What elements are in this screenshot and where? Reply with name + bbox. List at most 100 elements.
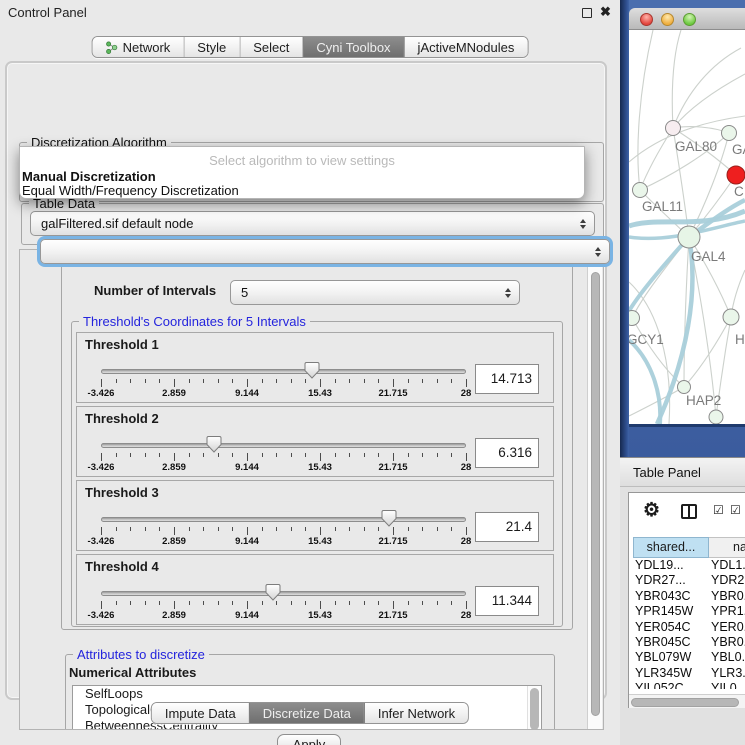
slider-tick-label: 9.144 — [235, 610, 259, 621]
tab-cyni-toolbox[interactable]: Cyni Toolbox — [302, 37, 403, 57]
tab-label: Discretize Data — [263, 706, 351, 721]
threshold-slider[interactable]: -3.4262.8599.14415.4321.71528 — [101, 508, 466, 550]
table-row[interactable]: YIL052CYIL0... — [629, 681, 745, 689]
table-row[interactable]: YBR043CYBR0... — [629, 589, 745, 604]
tab-network[interactable]: Network — [93, 37, 184, 57]
slider-tick — [422, 601, 423, 605]
slider-tick — [466, 601, 467, 609]
scrollbar-thumb[interactable] — [591, 272, 600, 716]
table-row[interactable]: YBR045CYBR0... — [629, 635, 745, 650]
settings-vertical-scrollbar[interactable] — [587, 251, 602, 730]
slider-tick — [189, 527, 190, 531]
cell-name: YBR0... — [711, 589, 745, 604]
threshold-value-field[interactable]: 14.713 — [475, 364, 539, 394]
slider-tick — [203, 601, 204, 605]
close-window-icon[interactable] — [640, 13, 653, 26]
table-row[interactable]: YPR145WYPR1... — [629, 604, 745, 619]
table-row[interactable]: YBL079WYBL0... — [629, 650, 745, 665]
slider-thumb[interactable] — [382, 510, 397, 527]
table-data-combobox[interactable]: galFiltered.sif default node — [30, 211, 595, 236]
slider-tick-label: 9.144 — [235, 536, 259, 547]
number-of-intervals-combobox[interactable]: 5 — [230, 280, 520, 305]
network-window-titlebar[interactable] — [629, 8, 745, 30]
table-panel-header[interactable]: Table Panel — [620, 457, 745, 487]
network-canvas[interactable]: GAL80GACGAL11GAL4GCY1HHAP2 — [629, 30, 745, 424]
slider-tick-label: 28 — [461, 536, 472, 547]
cell-shared-name: YIL052C — [635, 681, 684, 689]
combo-arrows-icon — [580, 219, 586, 229]
threshold-slider[interactable]: -3.4262.8599.14415.4321.71528 — [101, 434, 466, 476]
threshold-panel: Threshold 1-3.4262.8599.14415.4321.71528… — [76, 332, 554, 403]
algorithm-option[interactable]: Manual Discretization — [22, 170, 586, 184]
float-panel-icon[interactable] — [582, 8, 592, 18]
close-panel-icon[interactable]: ✖ — [600, 4, 611, 20]
algorithm-option[interactable]: Equal Width/Frequency Discretization — [22, 184, 586, 198]
tab-infer-network[interactable]: Infer Network — [364, 703, 468, 723]
slider-tick — [349, 453, 350, 457]
threshold-slider[interactable]: -3.4262.8599.14415.4321.71528 — [101, 582, 466, 624]
tab-jactivemnodules[interactable]: jActiveMNodules — [404, 37, 528, 57]
apply-button[interactable]: Apply — [277, 734, 341, 745]
minimize-window-icon[interactable] — [661, 13, 674, 26]
select-all-columns-icon[interactable]: ☑ — [730, 503, 741, 517]
threshold-value-field[interactable]: 21.4 — [475, 512, 539, 542]
network-edge-highlighted[interactable] — [629, 237, 689, 311]
network-node-ga[interactable] — [722, 126, 737, 141]
slider-thumb[interactable] — [207, 436, 222, 453]
tab-label: Style — [197, 40, 226, 55]
slider-tick — [291, 527, 292, 531]
network-node-gal11[interactable] — [633, 183, 648, 198]
slider-tick — [378, 453, 379, 457]
slider-tick — [116, 453, 117, 457]
threshold-value-field[interactable]: 6.316 — [475, 438, 539, 468]
network-edge-highlighted[interactable] — [629, 340, 660, 424]
tab-select[interactable]: Select — [239, 37, 302, 57]
scrollbar-thumb[interactable] — [631, 698, 739, 707]
network-node[interactable] — [709, 410, 723, 424]
tab-impute-data[interactable]: Impute Data — [152, 703, 249, 723]
attribute-item[interactable]: SelfLoops — [73, 686, 541, 702]
table-row[interactable]: YER054CYER0... — [629, 620, 745, 635]
network-node-gal80[interactable] — [666, 121, 681, 136]
cell-name: YBR0... — [711, 635, 745, 650]
network-node-c[interactable] — [727, 166, 745, 184]
slider-tick — [145, 601, 146, 605]
table-row[interactable]: YDL19...YDL1... — [629, 558, 745, 573]
network-node-gcy1[interactable] — [629, 311, 640, 326]
slider-tick — [189, 453, 190, 457]
column-header-shared-name[interactable]: shared... — [633, 537, 709, 558]
network-node-gal4[interactable] — [678, 226, 700, 248]
column-header-name[interactable]: na — [709, 537, 745, 558]
slider-tick — [291, 379, 292, 383]
table-row[interactable]: YLR345WYLR3... — [629, 666, 745, 681]
threshold-value-field[interactable]: 11.344 — [475, 586, 539, 616]
network-node-h[interactable] — [723, 309, 739, 325]
gear-icon[interactable]: ⚙ — [643, 499, 660, 522]
algorithm-placeholder-option[interactable]: Select algorithm to view settings — [20, 153, 584, 168]
threshold-slider[interactable]: -3.4262.8599.14415.4321.71528 — [101, 360, 466, 402]
network-edge[interactable] — [673, 74, 745, 128]
tab-style[interactable]: Style — [183, 37, 239, 57]
table-row[interactable]: YDR27...YDR2... — [629, 573, 745, 588]
slider-thumb[interactable] — [304, 362, 319, 379]
table-horizontal-scrollbar[interactable] — [629, 694, 745, 708]
node-label: GAL11 — [642, 199, 683, 214]
slider-track — [101, 443, 466, 448]
network-edge[interactable] — [673, 48, 741, 128]
slider-tick — [393, 453, 394, 461]
cell-shared-name: YBL079W — [635, 650, 691, 665]
select-columns-icon[interactable]: ☑ — [713, 503, 724, 517]
tab-discretize-data[interactable]: Discretize Data — [249, 703, 364, 723]
algorithm-combobox[interactable] — [40, 239, 610, 264]
slider-tick — [408, 601, 409, 605]
zoom-window-icon[interactable] — [683, 13, 696, 26]
slider-tick — [276, 453, 277, 457]
cell-name: YER0... — [711, 620, 745, 635]
split-columns-icon[interactable] — [681, 504, 697, 519]
scrollbar-thumb[interactable] — [530, 688, 539, 730]
network-node-hap2[interactable] — [678, 381, 691, 394]
slider-thumb[interactable] — [265, 584, 280, 601]
network-edge[interactable] — [684, 317, 731, 387]
attributes-scrollbar[interactable] — [527, 686, 541, 730]
threshold-label: Threshold 4 — [85, 559, 159, 574]
